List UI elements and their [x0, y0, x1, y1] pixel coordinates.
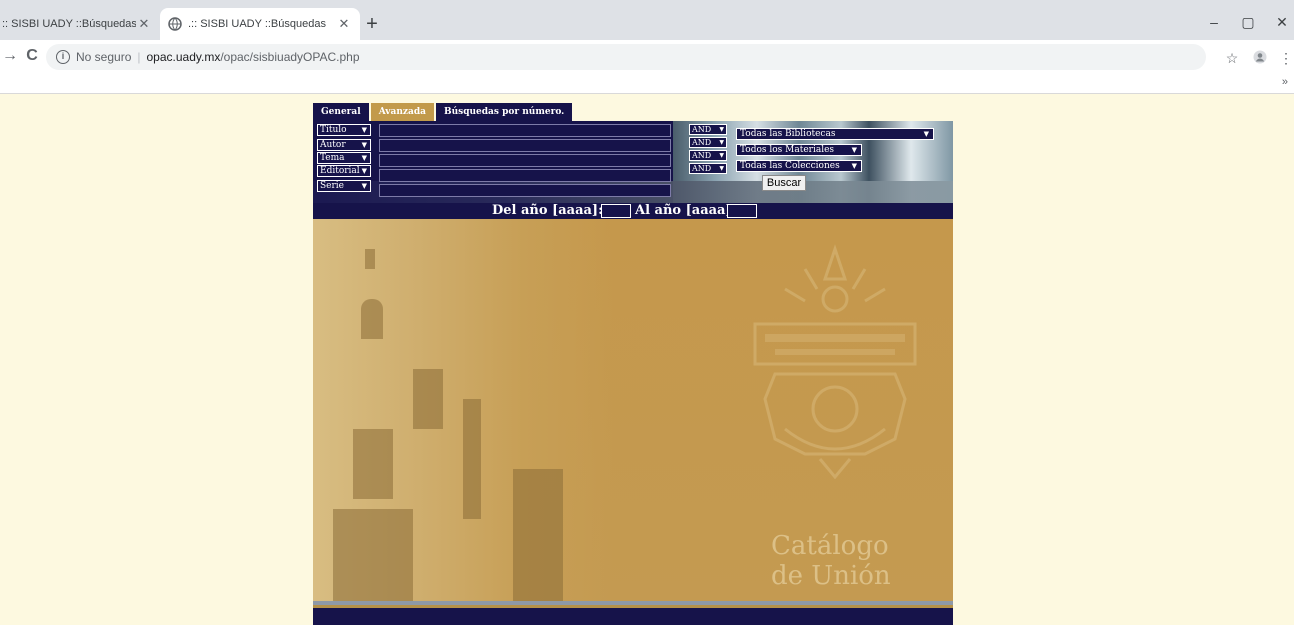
operator-value: AND [692, 138, 712, 147]
material-select[interactable]: Todos los Materiales ▼ [736, 144, 862, 156]
bookmark-star-icon[interactable]: ☆ [1222, 50, 1242, 67]
year-from-input[interactable] [601, 204, 631, 218]
browser-tab-2[interactable]: .:: SISBI UADY ::Búsquedas ✕ [160, 8, 360, 40]
university-seal-icon [753, 244, 917, 479]
chevron-down-icon: ▼ [923, 130, 929, 138]
search-tabs: General Avanzada Búsquedas por número. [313, 103, 574, 121]
close-tab-icon[interactable]: ✕ [336, 16, 352, 32]
buscar-button[interactable]: Buscar [762, 175, 806, 191]
field-select-value: Serie [320, 181, 344, 191]
tab-avanzada[interactable]: Avanzada [370, 103, 434, 121]
year-range-bar: Del año [aaaa]: Al año [aaaa]: [313, 203, 953, 219]
address-bar[interactable]: i No seguro | opac.uady.mx /opac/sisbiua… [46, 44, 1206, 70]
search-term-input-2[interactable] [379, 139, 671, 152]
browser-tab-1[interactable]: :: SISBI UADY ::Búsquedas ✕ [0, 8, 160, 40]
tab-general[interactable]: General [313, 103, 369, 121]
globe-icon [168, 17, 182, 31]
field-select-1[interactable]: Título ▼ [317, 124, 371, 136]
advanced-search-form: Título ▼ Autor ▼ Tema ▼ Editorial ▼ Serie ▼ A… [313, 121, 953, 203]
operator-value: AND [692, 125, 712, 134]
field-select-value: Editorial [320, 166, 360, 176]
collection-select-value: Todas las Colecciones [740, 161, 840, 171]
collection-select[interactable]: Todas las Colecciones ▼ [736, 160, 862, 172]
browser-tab-title: :: SISBI UADY ::Búsquedas [2, 18, 136, 30]
chevron-down-icon: ▼ [361, 126, 367, 134]
operator-select-3[interactable]: AND ▼ [689, 150, 727, 161]
footer-bar [313, 608, 953, 625]
library-select-value: Todas las Bibliotecas [740, 129, 836, 139]
field-select-3[interactable]: Tema ▼ [317, 152, 371, 164]
chevron-down-icon: ▼ [719, 165, 724, 172]
browser-tab-title: .:: SISBI UADY ::Búsquedas [188, 18, 326, 30]
field-select-5[interactable]: Serie ▼ [317, 180, 371, 192]
browser-toolbar: → C i No seguro | opac.uady.mx /opac/sis… [0, 40, 1294, 74]
search-term-input-1[interactable] [379, 124, 671, 137]
new-tab-button[interactable]: + [360, 14, 384, 34]
minimize-button[interactable]: – [1204, 14, 1224, 30]
operator-select-1[interactable]: AND ▼ [689, 124, 727, 135]
chevron-down-icon: ▼ [719, 139, 724, 146]
maximize-button[interactable]: ▢ [1238, 14, 1258, 31]
search-term-input-3[interactable] [379, 154, 671, 167]
opac-panel: General Avanzada Búsquedas por número. T… [313, 103, 953, 625]
field-select-value: Autor [320, 140, 346, 150]
menu-kebab-icon[interactable]: ⋮ [1276, 50, 1294, 67]
close-tab-icon[interactable]: ✕ [136, 16, 152, 32]
material-select-value: Todos los Materiales [740, 145, 835, 155]
year-to-input[interactable] [727, 204, 757, 218]
operator-value: AND [692, 164, 712, 173]
chevron-down-icon: ▼ [851, 146, 857, 154]
hero-banner: Catálogo de Unión [313, 219, 953, 601]
title-line-1: Catálogo [771, 531, 889, 561]
field-select-2[interactable]: Autor ▼ [317, 139, 371, 151]
address-separator: | [137, 50, 141, 64]
profile-icon[interactable] [1250, 50, 1270, 67]
field-select-value: Título [320, 125, 347, 135]
bookmarks-overflow-icon[interactable]: » [1282, 76, 1288, 88]
browser-tab-bar: :: SISBI UADY ::Búsquedas ✕ .:: SISBI UA… [0, 0, 1294, 40]
chevron-down-icon: ▼ [719, 126, 724, 133]
reload-icon[interactable]: C [22, 47, 42, 65]
title-line-2: de Unión [771, 561, 891, 591]
chevron-down-icon: ▼ [361, 167, 367, 175]
page-content: General Avanzada Búsquedas por número. T… [0, 95, 1294, 625]
field-select-value: Tema [320, 153, 345, 163]
tab-busquedas-por-numero[interactable]: Búsquedas por número. [435, 103, 573, 121]
chevron-down-icon: ▼ [361, 154, 367, 162]
search-term-input-4[interactable] [379, 169, 671, 182]
library-select[interactable]: Todas las Bibliotecas ▼ [736, 128, 934, 140]
field-select-4[interactable]: Editorial ▼ [317, 165, 371, 177]
operator-select-4[interactable]: AND ▼ [689, 163, 727, 174]
info-icon[interactable]: i [56, 50, 70, 64]
bookmarks-bar: » [0, 74, 1294, 94]
close-window-button[interactable]: ✕ [1272, 14, 1292, 31]
forward-icon[interactable]: → [0, 47, 20, 65]
url-path: /opac/sisbiuadyOPAC.php [220, 50, 360, 64]
url-domain: opac.uady.mx [146, 50, 221, 64]
operator-value: AND [692, 151, 712, 160]
chevron-down-icon: ▼ [361, 141, 367, 149]
catalogo-de-union-title: Catálogo de Unión [771, 531, 891, 591]
chevron-down-icon: ▼ [851, 162, 857, 170]
security-label: No seguro [76, 50, 132, 64]
search-term-input-5[interactable] [379, 184, 671, 197]
chevron-down-icon: ▼ [361, 182, 367, 190]
building-photo [313, 219, 613, 601]
chevron-down-icon: ▼ [719, 152, 724, 159]
year-to-label: Al año [aaaa]: [635, 203, 737, 218]
year-from-label: Del año [aaaa]: [492, 203, 603, 218]
operator-select-2[interactable]: AND ▼ [689, 137, 727, 148]
